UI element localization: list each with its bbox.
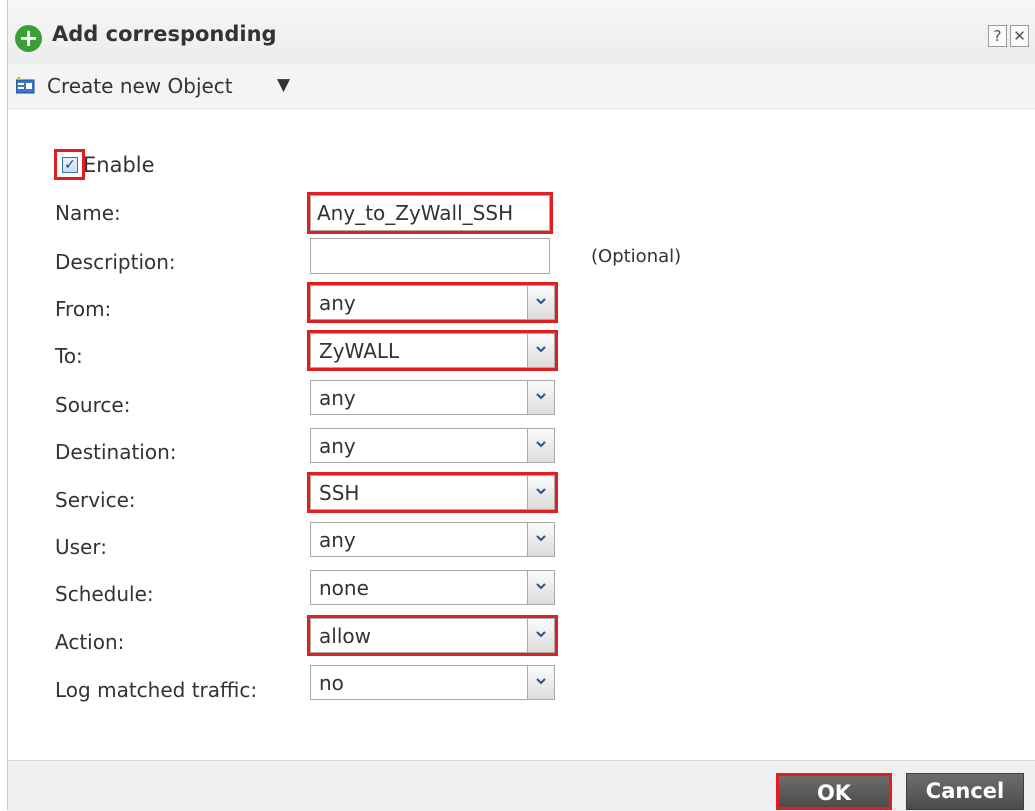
log-matched-traffic-value: no (319, 671, 344, 695)
to-value: ZyWALL (319, 339, 400, 363)
help-button[interactable]: ? (988, 25, 1007, 47)
close-button[interactable]: ✕ (1010, 25, 1029, 47)
action-label: Action: (55, 630, 125, 654)
add-icon: + (15, 25, 42, 52)
action-value: allow (319, 624, 371, 648)
chevron-down-icon[interactable] (527, 334, 554, 367)
service-value: SSH (319, 481, 360, 505)
chevron-down-icon[interactable] (527, 429, 554, 462)
chevron-down-icon[interactable] (527, 523, 554, 556)
user-label: User: (55, 535, 107, 559)
dialog-footer: OK Cancel (8, 760, 1035, 811)
schedule-label: Schedule: (55, 582, 154, 606)
to-label: To: (55, 344, 83, 368)
chevron-down-icon[interactable] (527, 666, 554, 699)
service-label: Service: (55, 488, 136, 512)
service-select[interactable]: SSH (307, 472, 558, 513)
chevron-down-icon[interactable] (527, 571, 554, 604)
description-input[interactable] (310, 238, 550, 274)
source-label: Source: (55, 393, 131, 417)
enable-label: Enable (83, 153, 155, 177)
source-select[interactable]: any (310, 380, 555, 415)
description-label: Description: (55, 250, 176, 274)
create-new-object-label: Create new Object (47, 74, 233, 98)
from-label: From: (55, 297, 112, 321)
chevron-down-icon[interactable] (527, 476, 554, 509)
optional-hint: (Optional) (591, 246, 682, 267)
destination-value: any (319, 434, 356, 458)
action-select[interactable]: allow (307, 615, 558, 656)
chevron-down-icon[interactable] (527, 381, 554, 414)
schedule-value: none (319, 576, 369, 600)
source-value: any (319, 386, 356, 410)
from-value: any (319, 291, 356, 315)
chevron-down-icon[interactable] (527, 619, 554, 652)
dropdown-caret-icon: ▼ (277, 75, 291, 95)
user-select[interactable]: any (310, 522, 555, 557)
add-corresponding-dialog: + Add corresponding ? ✕ Create new Objec… (7, 0, 1035, 811)
name-input[interactable] (307, 192, 553, 234)
toolbar: Create new Object ▼ (8, 64, 1035, 109)
schedule-select[interactable]: none (310, 570, 555, 605)
destination-label: Destination: (55, 440, 177, 464)
dialog-titlebar: + Add corresponding ? ✕ (8, 0, 1035, 65)
new-object-icon (16, 77, 35, 94)
name-label: Name: (55, 201, 121, 225)
log-matched-traffic-select[interactable]: no (310, 665, 555, 700)
user-value: any (319, 528, 356, 552)
chevron-down-icon[interactable] (527, 286, 554, 319)
enable-checkbox[interactable]: ✓ (62, 157, 78, 173)
enable-highlight: ✓ (54, 149, 85, 180)
from-select[interactable]: any (307, 282, 558, 323)
log-matched-traffic-label: Log matched traffic: (55, 678, 258, 702)
ok-button[interactable]: OK (776, 773, 892, 810)
to-select[interactable]: ZyWALL (307, 330, 558, 371)
cancel-button[interactable]: Cancel (906, 773, 1024, 810)
destination-select[interactable]: any (310, 428, 555, 463)
dialog-title: Add corresponding (52, 22, 277, 46)
